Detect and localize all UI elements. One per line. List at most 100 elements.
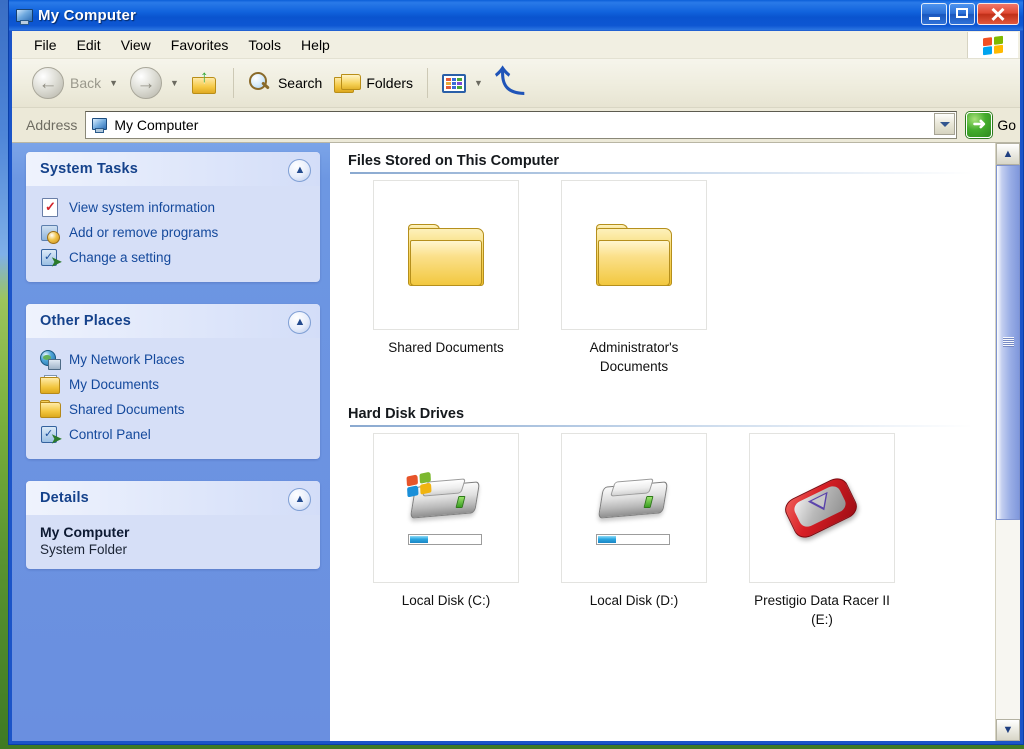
sidebar-item-my-documents[interactable]: My Documents [40,372,310,397]
panel-system-tasks: System Tasks ▲ ✓ View system information [26,152,320,282]
back-button[interactable]: ← Back ▼ [26,63,124,103]
group-heading-hard-disk-drives: Hard Disk Drives [348,406,465,422]
my-computer-icon [15,7,33,25]
list-item[interactable]: Administrator's Documents [558,180,710,376]
chevron-down-icon[interactable]: ▼ [170,78,179,88]
sidebar-item-label: My Network Places [69,352,185,367]
network-places-icon [40,350,61,370]
panel-system-tasks-header[interactable]: System Tasks ▲ [26,152,320,186]
folders-button[interactable]: Folders [328,68,419,98]
chevron-up-icon[interactable]: ▲ [288,311,311,334]
menu-file[interactable]: File [24,34,67,56]
list-item[interactable]: Local Disk (D:) [558,433,710,629]
sidebar-item-shared-documents[interactable]: Shared Documents [40,397,310,422]
add-remove-programs-icon [40,223,60,244]
sidebar-item-label: Change a setting [69,250,172,265]
scrollbar-thumb[interactable] [996,165,1020,520]
menu-bar: File Edit View Favorites Tools Help [12,31,1020,59]
item-label: Local Disk (C:) [401,593,491,608]
toolbar: ← Back ▼ → ▼ ↑ Search Folders ▼ ⤴ [12,59,1020,108]
group-files-stored-items: Shared Documents Administrator's Documen… [348,180,995,376]
views-button[interactable]: ▼ [436,70,489,97]
back-label: Back [70,75,102,91]
window-client-area: File Edit View Favorites Tools Help ← Ba… [12,31,1020,741]
capacity-bar [408,534,482,545]
list-item[interactable]: Local Disk (C:) [370,433,522,629]
my-computer-icon [91,117,108,133]
scroll-down-icon[interactable]: ▼ [996,719,1020,741]
panel-details-header[interactable]: Details ▲ [26,481,320,515]
panel-system-tasks-body: ✓ View system information Add or remove … [26,186,320,282]
explorer-window: My Computer File Edit View Favorites Too… [8,0,1024,745]
chevron-up-icon[interactable]: ▲ [288,159,311,182]
menu-edit[interactable]: Edit [67,34,111,56]
details-item-type: System Folder [40,542,128,557]
back-arrow-icon: ← [32,67,64,99]
shared-folder-icon [40,400,61,419]
address-input[interactable]: My Computer [85,111,958,139]
menu-tools[interactable]: Tools [238,34,291,56]
chevron-down-icon[interactable] [934,113,956,135]
forward-button[interactable]: → ▼ [124,63,185,103]
capacity-bar [596,534,670,545]
toolbar-separator [232,68,234,98]
item-label: Administrator's Documents [589,340,679,374]
undo-button[interactable]: ⤴ [489,66,531,100]
window-controls [921,0,1019,29]
chevron-down-icon[interactable]: ▼ [474,78,483,88]
search-button[interactable]: Search [242,67,328,99]
hard-disk-windows-icon [403,466,489,550]
sidebar-item-add-or-remove-programs[interactable]: Add or remove programs [40,220,310,245]
panel-other-places-body: My Network Places My Documents Shared Do… [26,338,320,459]
undo-arrow-icon: ⤴ [494,66,525,99]
sidebar-item-view-system-information[interactable]: ✓ View system information [40,195,310,220]
scrollbar-track[interactable] [996,165,1020,719]
chevron-up-icon[interactable]: ▲ [288,488,311,511]
item-label: Prestigio Data Racer II (E:) [754,593,890,627]
search-label: Search [277,75,323,91]
menu-view[interactable]: View [111,34,161,56]
window-title: My Computer [38,7,137,24]
item-label: Local Disk (D:) [589,593,679,608]
folder-icon [596,224,672,286]
go-button[interactable]: ➜ Go [966,112,1016,138]
sidebar-item-change-a-setting[interactable]: ✓ ➤ Change a setting [40,245,310,270]
panel-title: System Tasks [40,161,139,177]
item-icon-box [373,180,519,330]
external-drive-icon [779,467,865,549]
panel-other-places-header[interactable]: Other Places ▲ [26,304,320,338]
list-item[interactable]: Prestigio Data Racer II (E:) [746,433,898,629]
chevron-down-icon[interactable]: ▼ [109,78,118,88]
menu-help[interactable]: Help [291,34,340,56]
forward-arrow-icon: → [130,67,163,99]
file-list-area[interactable]: Files Stored on This Computer Shared Doc… [330,143,995,741]
folders-icon [334,72,362,94]
folders-label: Folders [366,75,414,91]
hard-disk-icon [591,466,677,550]
explorer-body: System Tasks ▲ ✓ View system information [12,143,1020,741]
panel-title: Other Places [40,313,132,329]
panel-other-places: Other Places ▲ My Network Places My Docu… [26,304,320,459]
item-icon-box [561,180,707,330]
list-item[interactable]: Shared Documents [370,180,522,376]
toolbar-separator [427,68,429,98]
group-heading-files-stored: Files Stored on This Computer [348,153,560,169]
up-button[interactable]: ↑ [185,66,225,100]
scroll-up-icon[interactable]: ▲ [996,143,1020,165]
panel-details: Details ▲ My Computer System Folder [26,481,320,569]
address-value: My Computer [114,117,199,133]
close-button[interactable] [977,0,1019,29]
maximize-button[interactable] [949,3,975,25]
menu-favorites[interactable]: Favorites [161,34,239,56]
minimize-button[interactable] [921,3,947,25]
sidebar-item-my-network-places[interactable]: My Network Places [40,347,310,372]
sidebar-item-label: Add or remove programs [69,225,219,240]
panel-title: Details [40,490,89,506]
vertical-scrollbar[interactable]: ▲ ▼ [995,143,1020,741]
go-arrow-icon: ➜ [966,112,993,138]
sidebar-item-label: My Documents [69,377,160,392]
item-icon-box [749,433,895,583]
sidebar-item-control-panel[interactable]: ✓ ➤ Control Panel [40,422,310,447]
up-folder-icon: ↑ [191,68,219,96]
search-icon [248,71,272,95]
